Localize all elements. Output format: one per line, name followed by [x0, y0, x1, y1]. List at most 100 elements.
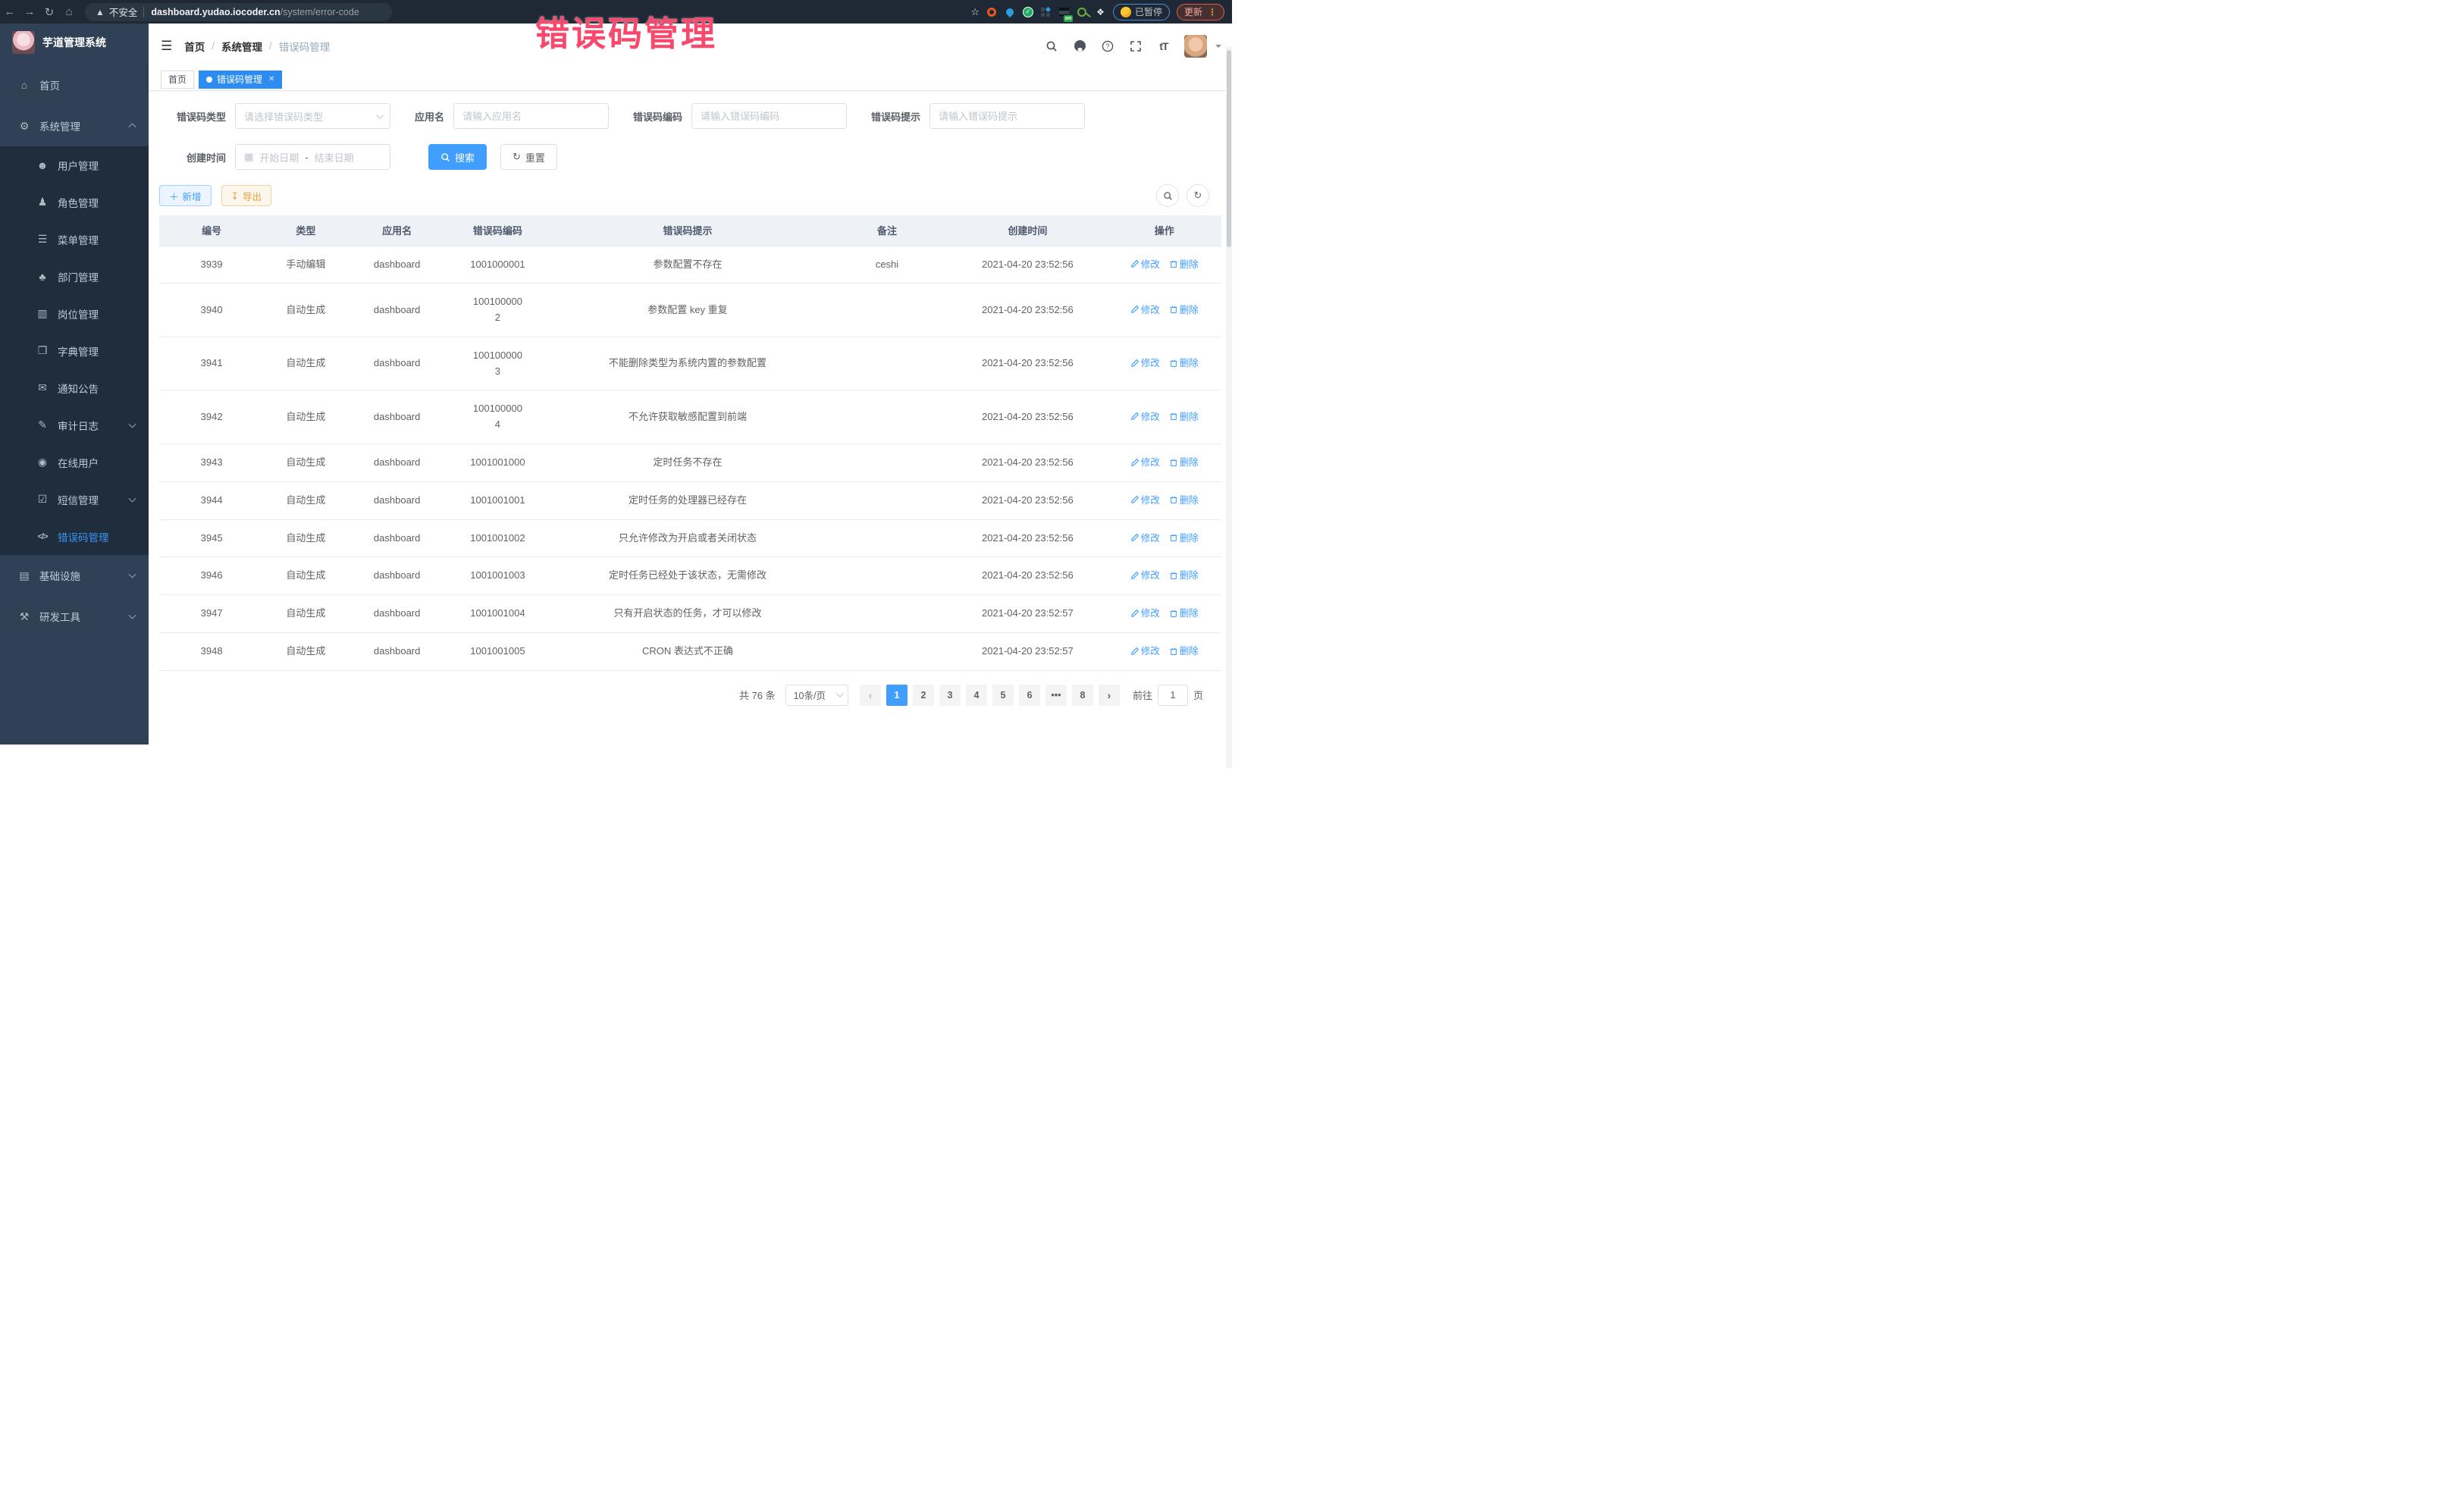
page-button-6[interactable]: 6: [1019, 685, 1040, 706]
app-name-input[interactable]: [453, 103, 609, 129]
sidebar-item-online-users[interactable]: ◉在线用户: [0, 444, 149, 481]
delete-link[interactable]: 删除: [1169, 533, 1199, 544]
scrollbar-thumb[interactable]: [1227, 50, 1231, 247]
update-button[interactable]: 更新 ⋮: [1177, 4, 1224, 20]
window-scrollbar[interactable]: [1226, 47, 1232, 768]
edit-link[interactable]: 修改: [1130, 495, 1160, 506]
error-type-select[interactable]: 请选择错误码类型: [235, 103, 390, 129]
cell-actions: 修改删除: [1108, 337, 1221, 390]
delete-link[interactable]: 删除: [1169, 570, 1199, 581]
tab-error-code[interactable]: 错误码管理 ✕: [199, 71, 282, 89]
app-logo-row[interactable]: 芋道管理系统: [0, 24, 149, 61]
reload-icon[interactable]: ↻: [39, 5, 59, 19]
delete-link[interactable]: 删除: [1169, 457, 1199, 468]
edit-link[interactable]: 修改: [1130, 646, 1160, 657]
fullscreen-icon[interactable]: [1128, 40, 1143, 52]
user-avatar[interactable]: [1184, 35, 1207, 58]
sidebar-item-home[interactable]: ⌂首页: [0, 64, 149, 105]
extension-grid-icon[interactable]: [1040, 6, 1052, 17]
edit-link[interactable]: 修改: [1130, 457, 1160, 468]
github-icon[interactable]: [1072, 39, 1087, 52]
page-button-3[interactable]: 3: [939, 685, 961, 706]
goto-page-input[interactable]: [1158, 685, 1188, 706]
font-size-icon[interactable]: tT: [1156, 40, 1171, 52]
delete-link[interactable]: 删除: [1169, 305, 1199, 315]
error-code-input[interactable]: [691, 103, 847, 129]
infrastructure-icon: ▤: [15, 569, 33, 582]
more-pages-button[interactable]: •••: [1045, 685, 1067, 706]
update-label: 更新: [1184, 5, 1202, 18]
sidebar-item-audit-log[interactable]: ✎审计日志: [0, 406, 149, 444]
edit-link[interactable]: 修改: [1130, 412, 1160, 422]
delete-link[interactable]: 删除: [1169, 412, 1199, 422]
collapse-sidebar-icon[interactable]: ☰: [161, 39, 172, 54]
sidebar-item-label: 菜单管理: [58, 232, 99, 247]
breadcrumb-home[interactable]: 首页: [184, 39, 205, 54]
search-icon[interactable]: [1044, 40, 1059, 52]
sidebar-item-dept-management[interactable]: ♣部门管理: [0, 258, 149, 295]
delete-link[interactable]: 删除: [1169, 259, 1199, 270]
address-bar[interactable]: ▲ 不安全 dashboard.yudao.iocoder.cn/system/…: [85, 3, 392, 21]
sidebar-item-system-management[interactable]: ⚙系统管理: [0, 105, 149, 146]
edit-link[interactable]: 修改: [1130, 358, 1160, 368]
toggle-search-button[interactable]: [1156, 184, 1179, 207]
delete-link[interactable]: 删除: [1169, 608, 1199, 619]
page-button-2[interactable]: 2: [913, 685, 934, 706]
chevron-down-icon: [836, 690, 844, 697]
sidebar-item-post-management[interactable]: ▥岗位管理: [0, 295, 149, 332]
delete-link[interactable]: 删除: [1169, 495, 1199, 506]
breadcrumb-system[interactable]: 系统管理: [221, 39, 262, 54]
tab-home[interactable]: 首页: [161, 71, 194, 89]
menu-kebab-icon[interactable]: ⋮: [1208, 7, 1217, 17]
edit-link[interactable]: 修改: [1130, 570, 1160, 581]
reset-button[interactable]: ↻ 重置: [500, 144, 557, 170]
paused-badge[interactable]: 已暂停: [1113, 4, 1170, 20]
edit-link[interactable]: 修改: [1130, 259, 1160, 270]
close-tab-icon[interactable]: ✕: [268, 75, 274, 83]
delete-link[interactable]: 删除: [1169, 358, 1199, 368]
app-title: 芋道管理系统: [42, 35, 106, 50]
sidebar-item-notice[interactable]: ✉通知公告: [0, 369, 149, 406]
help-icon[interactable]: ?: [1100, 40, 1115, 52]
sidebar-item-label: 基础设施: [39, 568, 80, 583]
next-page-button[interactable]: ›: [1099, 685, 1120, 706]
error-msg-input[interactable]: [929, 103, 1085, 129]
avatar-caret-icon[interactable]: [1215, 45, 1221, 51]
extension-blue-pin-icon[interactable]: [1005, 6, 1016, 17]
forward-icon[interactable]: →: [20, 5, 39, 18]
sidebar-item-error-code-management[interactable]: </>错误码管理: [0, 518, 149, 555]
extensions-puzzle-icon[interactable]: ❖: [1095, 6, 1106, 17]
sidebar-item-user-management[interactable]: ☻用户管理: [0, 146, 149, 183]
edit-link[interactable]: 修改: [1130, 608, 1160, 619]
page-button-4[interactable]: 4: [966, 685, 987, 706]
sidebar-item-menu-management[interactable]: ☰菜单管理: [0, 221, 149, 258]
sidebar-item-dict-management[interactable]: ❐字典管理: [0, 332, 149, 369]
sidebar-item-sms-management[interactable]: ☑短信管理: [0, 481, 149, 518]
delete-link[interactable]: 删除: [1169, 646, 1199, 657]
page-button-5[interactable]: 5: [992, 685, 1014, 706]
home-icon[interactable]: ⌂: [59, 5, 79, 18]
extension-green-check-icon[interactable]: ✓: [1023, 7, 1033, 17]
extension-orange-ring-icon[interactable]: [986, 6, 998, 17]
prev-page-button[interactable]: ‹: [860, 685, 881, 706]
page-button-1[interactable]: 1: [886, 685, 908, 706]
page-size-select[interactable]: 10条/页: [785, 685, 848, 706]
sidebar-item-role-management[interactable]: ♟角色管理: [0, 183, 149, 221]
refresh-table-button[interactable]: ↻: [1187, 184, 1209, 207]
search-button[interactable]: 搜索: [428, 144, 487, 170]
sidebar-item-label: 短信管理: [58, 492, 99, 507]
cell-message: 只允许修改为开启或者关闭状态: [549, 519, 826, 557]
edit-link[interactable]: 修改: [1130, 533, 1160, 544]
edit-link[interactable]: 修改: [1130, 305, 1160, 315]
cell-remark: ceshi: [826, 246, 948, 284]
date-range-picker[interactable]: ▦ 开始日期 - 结束日期: [235, 144, 390, 170]
extension-key-icon[interactable]: [1077, 6, 1088, 17]
add-button[interactable]: ＋ 新增: [159, 185, 212, 206]
sidebar-item-dev-tools[interactable]: ⚒研发工具: [0, 596, 149, 637]
sidebar-item-infrastructure[interactable]: ▤ 基础设施: [0, 555, 149, 596]
back-icon[interactable]: ←: [0, 5, 20, 18]
export-button[interactable]: ↧ 导出: [221, 185, 272, 206]
bookmark-star-icon[interactable]: ☆: [970, 6, 980, 18]
extension-list-icon[interactable]: on: [1058, 6, 1070, 17]
page-button-8[interactable]: 8: [1072, 685, 1093, 706]
